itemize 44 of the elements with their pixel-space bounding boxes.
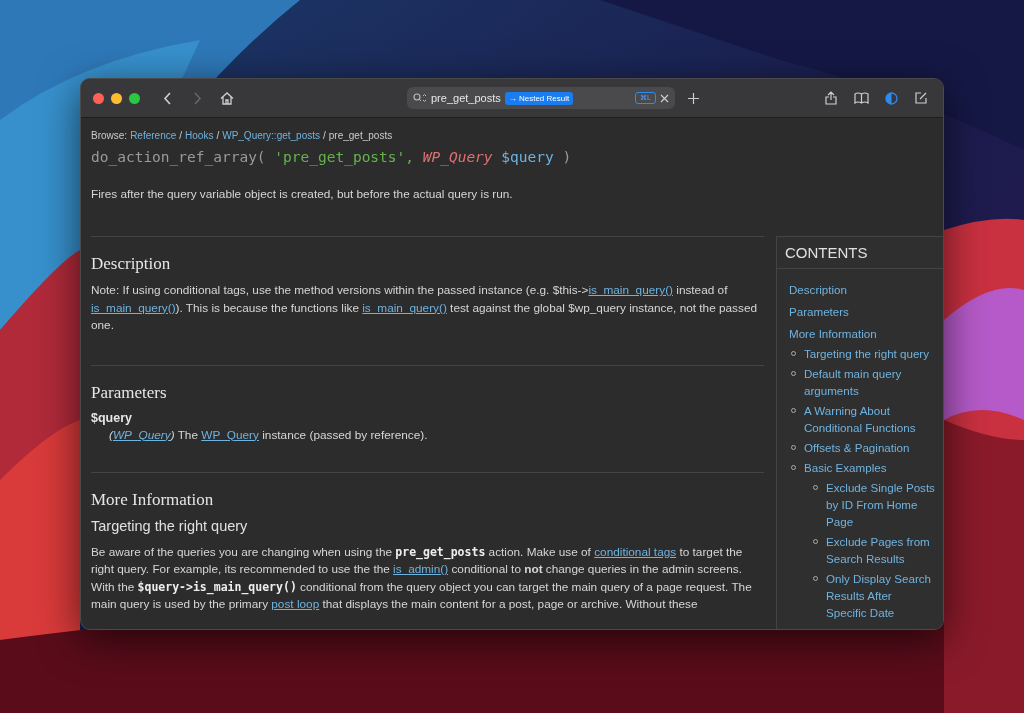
contents-link[interactable]: Offsets & Pagination — [804, 439, 935, 456]
link[interactable]: post loop — [271, 597, 320, 611]
link[interactable]: is_main_query() — [91, 300, 176, 315]
result-badge: → Nested Result — [504, 91, 574, 105]
summary-text: Fires after the query variable object is created, but before the actual query is run. — [91, 187, 514, 201]
breadcrumb-link[interactable]: Reference — [130, 130, 177, 141]
subheading: Targeting the right query — [91, 517, 249, 534]
contents-link[interactable]: Description — [789, 281, 935, 298]
search-icon — [413, 93, 427, 103]
link[interactable]: is_admin() — [393, 562, 449, 576]
section-heading: Description — [91, 254, 172, 274]
link[interactable]: conditional tags — [594, 544, 677, 559]
close-icon[interactable] — [660, 93, 669, 103]
parameter-description: (WP_Query) The WP_Query instance (passed by reference). — [109, 427, 429, 442]
contents-link[interactable]: Targeting the right query — [804, 345, 935, 362]
section-heading: More Information — [91, 489, 215, 510]
contents-link[interactable]: Basic Examples — [804, 459, 935, 476]
breadcrumb-link[interactable]: WP_Query::get_posts — [222, 130, 320, 141]
paragraph: Note: If using conditional tags, use the method versions within the passed instance (e.g. $this->is_main_query() instead of is_main_query()). This is because the functions like is_main_query() test against the global $wp_query instance, not the passed one. — [91, 282, 759, 334]
address-text: pre_get_posts — [431, 92, 501, 104]
section-heading: Parameters — [91, 382, 168, 403]
breadcrumb-current: pre_get_posts — [328, 130, 393, 141]
code-signature: do_action_ref_array( 'pre_get_posts', WP_Query $query ) — [91, 149, 573, 165]
minimize-button[interactable] — [111, 92, 122, 104]
close-button[interactable] — [93, 92, 104, 104]
zoom-button[interactable] — [129, 92, 140, 104]
contents-link[interactable]: Exclude Single Posts by ID From Home Page — [826, 479, 935, 530]
breadcrumb-separator: / — [323, 130, 326, 141]
contents-link[interactable]: A Warning About Conditional Functions — [804, 402, 935, 436]
breadcrumb-separator: / — [179, 130, 183, 141]
breadcrumb-separator: / — [216, 130, 220, 141]
contents-link[interactable]: Default main query arguments — [804, 365, 935, 399]
link[interactable]: is_main_query() — [588, 283, 673, 297]
contents-link[interactable]: Parameters — [789, 303, 935, 320]
contents-title: CONTENTS — [777, 237, 943, 269]
contents-link[interactable]: Only Display Search Results After Specific Date — [826, 570, 935, 621]
breadcrumb-link[interactable]: Hooks — [185, 130, 214, 141]
contents-link[interactable]: More Information — [789, 325, 935, 342]
contents-link[interactable]: Exclude Pages from Search Results — [826, 533, 935, 567]
link[interactable]: WP_Query — [201, 427, 259, 442]
parameter-name: $query — [91, 410, 133, 425]
paragraph: Be aware of the queries you are changing when using the pre_get_posts action. Make use of conditional tags to target the right query. For example, its recommended to use the the is_admin() conditional to not change queries in the admin screens. With the $query->is_main_query() conditional from the query object you can target the main query of a page request. The main query is used by the primary post loop that displays the main content for a post, page or archive. Without these — [91, 543, 753, 613]
link[interactable]: is_main_query() — [362, 300, 447, 315]
breadcrumb-label: Browse: — [91, 130, 128, 141]
